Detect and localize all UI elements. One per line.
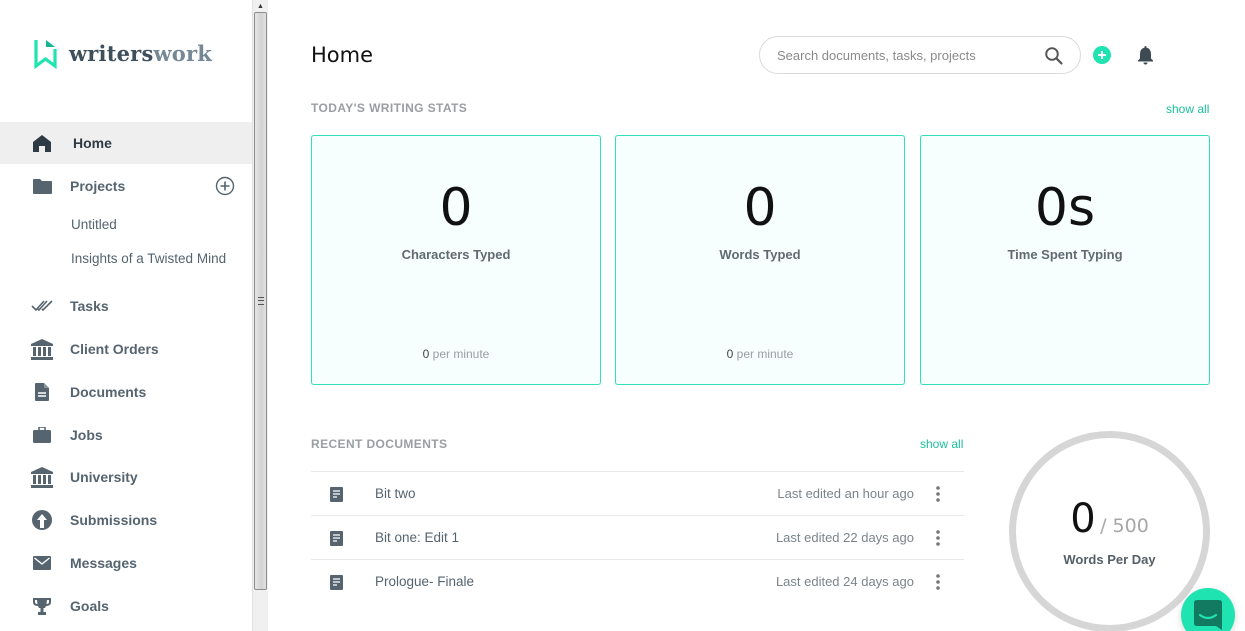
stats-show-all-link[interactable]: show all	[1166, 102, 1209, 116]
briefcase-icon	[30, 423, 54, 447]
sidebar-item-label: Home	[73, 135, 112, 151]
add-new-button[interactable]	[1093, 46, 1111, 64]
sidebar-item-goals[interactable]: Goals	[0, 585, 252, 627]
goal-target: / 500	[1100, 515, 1149, 537]
sidebar: writerswork Home Projects Untitled Insig…	[0, 0, 252, 631]
envelope-icon	[30, 551, 54, 575]
sidebar-item-label: University	[70, 469, 138, 485]
document-last-edited: Last edited 24 days ago	[775, 574, 914, 589]
project-item[interactable]: Untitled	[71, 217, 117, 232]
document-icon	[30, 380, 54, 404]
home-icon	[30, 131, 54, 155]
stat-rate-value: 0	[422, 347, 430, 361]
search-icon[interactable]	[1044, 46, 1064, 66]
sidebar-item-label: Jobs	[70, 427, 103, 443]
sidebar-item-home[interactable]: Home	[0, 122, 252, 164]
more-options-icon[interactable]	[933, 574, 943, 590]
stat-rate: 0 per minute	[616, 347, 904, 361]
document-name[interactable]: Bit one: Edit 1	[375, 530, 459, 545]
sidebar-item-label: Goals	[70, 598, 109, 614]
recent-documents-title: RECENT DOCUMENTS	[311, 437, 448, 451]
scroll-up-arrow-icon[interactable]: ▲	[253, 0, 268, 12]
search-box[interactable]	[759, 36, 1081, 74]
chat-icon	[1194, 600, 1222, 630]
document-icon	[330, 531, 343, 546]
sidebar-item-messages[interactable]: Messages	[0, 542, 252, 584]
stat-rate: 0 per minute	[312, 347, 600, 361]
scrollbar-grip-icon	[258, 297, 264, 305]
document-row[interactable]: Bit two Last edited an hour ago	[311, 471, 964, 515]
document-icon	[330, 487, 343, 502]
search-input[interactable]	[777, 46, 1037, 64]
recent-documents-show-all-link[interactable]: show all	[920, 437, 963, 451]
stat-rate-unit: per minute	[736, 347, 794, 361]
document-icon	[330, 575, 343, 590]
stats-section-title: TODAY'S WRITING STATS	[311, 101, 468, 115]
folder-icon	[30, 174, 54, 198]
upload-circle-icon	[30, 508, 54, 532]
sidebar-item-university[interactable]: University	[0, 456, 252, 498]
stat-caption: Words Typed	[719, 247, 801, 262]
sidebar-item-submissions[interactable]: Submissions	[0, 499, 252, 541]
sidebar-item-jobs[interactable]: Jobs	[0, 414, 252, 456]
document-last-edited: Last edited an hour ago	[777, 486, 914, 501]
writerswork-logo-icon	[34, 40, 57, 69]
stat-value: 0	[439, 178, 473, 238]
more-options-icon[interactable]	[933, 486, 943, 502]
more-options-icon[interactable]	[933, 530, 943, 546]
stat-caption: Time Spent Typing	[1007, 247, 1123, 262]
university-icon	[30, 465, 54, 489]
sidebar-item-client-orders[interactable]: Client Orders	[0, 328, 252, 370]
logo-text-writers: writers	[69, 41, 154, 66]
stat-rate-unit: per minute	[432, 347, 490, 361]
stat-value: 0	[743, 178, 777, 238]
stat-value: 0s	[1034, 178, 1096, 238]
stat-caption: Characters Typed	[401, 247, 511, 262]
stat-card-time: 0s Time Spent Typing	[920, 135, 1210, 385]
sidebar-item-label: Projects	[70, 178, 126, 194]
sidebar-item-label: Client Orders	[70, 341, 159, 357]
logo-text-work: work	[153, 41, 212, 66]
double-check-icon	[30, 294, 54, 318]
goal-current: 0	[1070, 496, 1096, 542]
goal-value: 0 / 500	[1016, 496, 1203, 542]
chat-launcher-button[interactable]	[1181, 588, 1235, 631]
notifications-bell-icon[interactable]	[1136, 45, 1155, 65]
scrollbar-thumb[interactable]	[254, 12, 267, 590]
document-name[interactable]: Bit two	[375, 486, 416, 501]
sidebar-scrollbar[interactable]: ▲	[252, 0, 268, 631]
logo-text: writerswork	[69, 41, 212, 66]
project-item[interactable]: Insights of a Twisted Mind	[71, 251, 226, 266]
stat-card-words: 0 Words Typed 0 per minute	[615, 135, 905, 385]
document-name[interactable]: Prologue- Finale	[375, 574, 474, 589]
sidebar-item-documents[interactable]: Documents	[0, 371, 252, 413]
words-per-day-goal-ring: 0 / 500 Words Per Day	[1009, 431, 1210, 631]
recent-documents-list: Bit two Last edited an hour ago Bit one:…	[311, 471, 964, 603]
document-row[interactable]: Bit one: Edit 1 Last edited 22 days ago	[311, 515, 964, 559]
sidebar-item-label: Submissions	[70, 512, 158, 528]
logo[interactable]: writerswork	[34, 38, 212, 69]
sidebar-item-label: Messages	[70, 555, 137, 571]
goal-label: Words Per Day	[1063, 552, 1156, 567]
add-project-icon[interactable]	[215, 176, 235, 196]
trophy-icon	[30, 594, 54, 618]
stat-rate-value: 0	[726, 347, 734, 361]
sidebar-item-label: Documents	[70, 384, 147, 400]
sidebar-item-tasks[interactable]: Tasks	[0, 285, 252, 327]
sidebar-item-label: Tasks	[70, 298, 109, 314]
bank-icon	[30, 337, 54, 361]
page-title: Home	[311, 43, 374, 67]
document-last-edited: Last edited 22 days ago	[775, 530, 914, 545]
document-row[interactable]: Prologue- Finale Last edited 24 days ago	[311, 559, 964, 603]
stat-card-characters: 0 Characters Typed 0 per minute	[311, 135, 601, 385]
